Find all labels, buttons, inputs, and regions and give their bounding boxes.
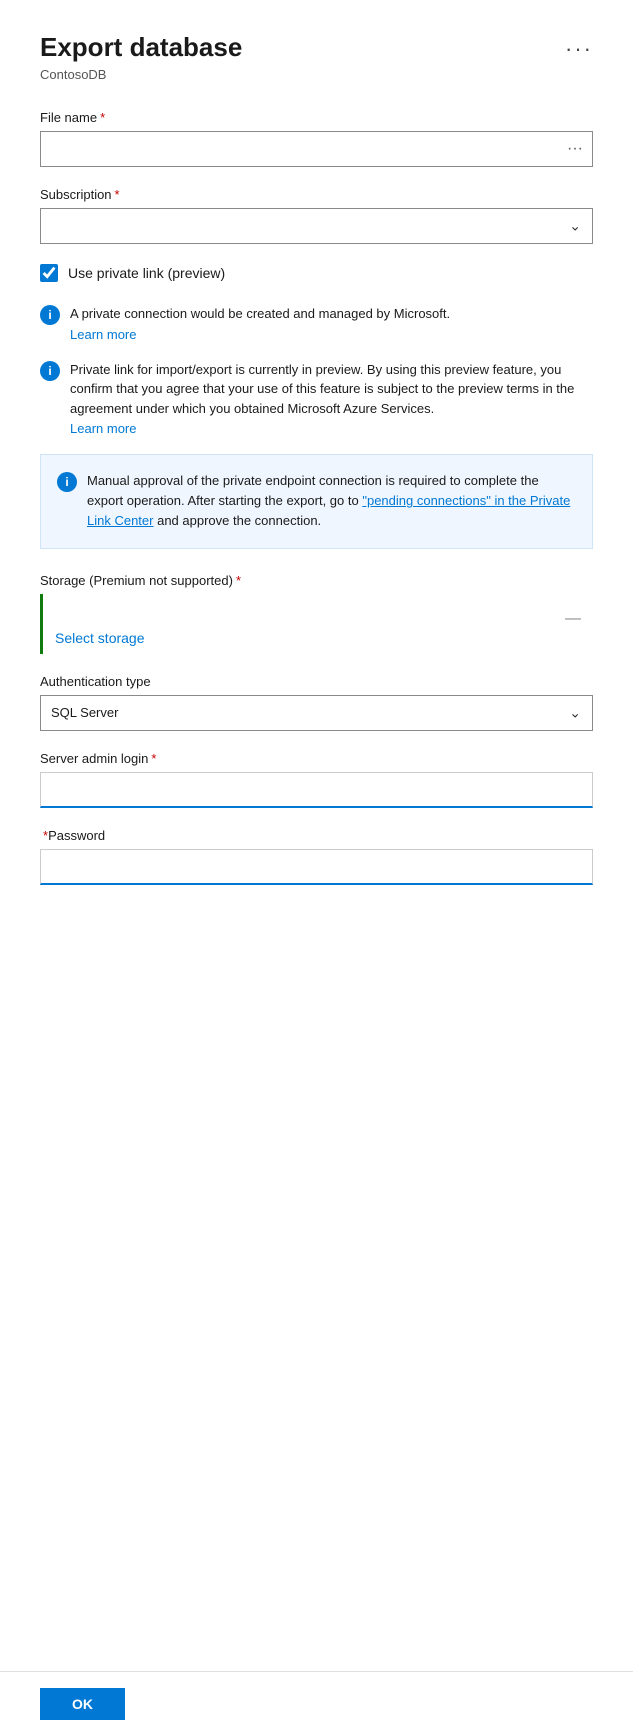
required-indicator-storage: * [236,573,241,588]
info-text-1: A private connection would be created an… [70,304,450,342]
storage-label: Storage (Premium not supported)* [40,573,593,588]
subtitle: ContosoDB [40,67,593,82]
info-text-2: Private link for import/export is curren… [70,360,593,437]
select-storage-link[interactable]: Select storage [55,630,145,646]
header-row: Export database ··· [40,32,593,63]
learn-more-link-1[interactable]: Learn more [70,327,450,342]
file-name-group: File name* ··· [40,110,593,167]
ok-button[interactable]: OK [40,1688,125,1720]
bottom-bar: OK [0,1671,633,1736]
info-icon-1: i [40,305,60,325]
file-name-input-wrapper: ··· [40,131,593,167]
server-admin-login-input[interactable] [40,772,593,808]
storage-field: Select storage [40,594,593,654]
password-group: *Password [40,828,593,885]
auth-type-group: Authentication type SQL Server Azure Act… [40,674,593,731]
required-indicator-login: * [151,751,156,766]
info-icon-notice: i [57,472,77,492]
private-link-label[interactable]: Use private link (preview) [68,265,225,281]
subscription-select[interactable] [40,208,593,244]
info-block-1: i A private connection would be created … [40,304,593,342]
export-database-panel: Export database ··· ContosoDB File name*… [0,0,633,1736]
private-link-checkbox[interactable] [40,264,58,282]
auth-type-select-wrapper: SQL Server Azure Active Directory ⌄ [40,695,593,731]
auth-type-label: Authentication type [40,674,593,689]
password-label: *Password [40,828,593,843]
storage-wrapper: Select storage — [40,594,593,654]
file-name-input[interactable] [40,131,593,167]
subscription-select-wrapper: ⌄ [40,208,593,244]
auth-type-select[interactable]: SQL Server Azure Active Directory [40,695,593,731]
storage-dash-icon: — [565,610,581,628]
private-link-row: Use private link (preview) [40,264,593,282]
server-admin-login-label: Server admin login* [40,751,593,766]
password-input[interactable] [40,849,593,885]
info-block-2: i Private link for import/export is curr… [40,360,593,437]
required-indicator: * [100,110,105,125]
file-name-label: File name* [40,110,593,125]
info-icon-2: i [40,361,60,381]
notice-box: i Manual approval of the private endpoin… [40,454,593,548]
subscription-group: Subscription* ⌄ [40,187,593,244]
page-title: Export database [40,32,242,63]
subscription-label: Subscription* [40,187,593,202]
learn-more-link-2[interactable]: Learn more [70,421,593,436]
server-admin-login-group: Server admin login* [40,751,593,808]
more-options-icon[interactable]: ··· [565,36,593,62]
required-indicator-sub: * [115,187,120,202]
storage-group: Storage (Premium not supported)* Select … [40,573,593,654]
notice-text: Manual approval of the private endpoint … [87,471,576,531]
